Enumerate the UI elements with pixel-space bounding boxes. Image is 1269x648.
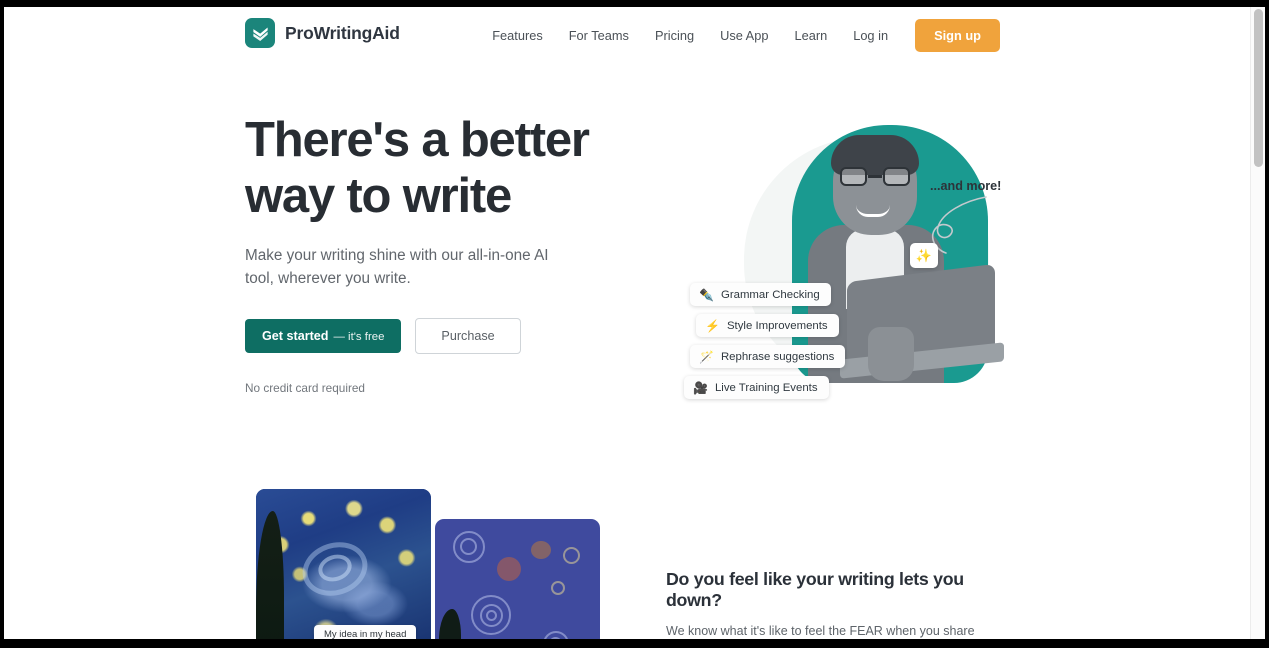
hero-section: There's a better way to write Make your … — [4, 63, 1250, 483]
hero-title-line-1: There's a better — [245, 113, 590, 167]
window-bottom-border — [0, 639, 1269, 648]
section-two-body: We know what it's like to feel the FEAR … — [666, 624, 975, 638]
prowritingaid-book-logo-icon — [245, 18, 275, 48]
get-started-button[interactable]: Get started — it's free — [245, 319, 402, 353]
get-started-label: Get started — [262, 329, 329, 343]
feature-chip-live-training-events: 🎥 Live Training Events — [684, 376, 829, 399]
hero-copy: There's a better way to write Make your … — [245, 112, 645, 395]
writing-lets-you-down-section: My idea in my head Do you feel like your… — [4, 483, 1250, 639]
feature-chip-label: Grammar Checking — [720, 288, 820, 301]
feature-chip-label: Style Improvements — [726, 319, 828, 332]
brand-home-link[interactable]: ProWritingAid — [245, 18, 400, 48]
starry-night-artwork: My idea in my head — [256, 489, 431, 639]
sign-up-button[interactable]: Sign up — [915, 19, 1000, 52]
no-credit-card-note: No credit card required — [245, 381, 365, 395]
get-started-sublabel: — it's free — [333, 331, 385, 343]
feature-chip-grammar-checking: ✒️ Grammar Checking — [690, 283, 831, 306]
main-navigation: Features For Teams Pricing Use App Learn… — [479, 19, 1000, 52]
section-two-heading: Do you feel like your writing lets you d… — [666, 569, 964, 610]
lightning-bolt-icon: ⚡ — [705, 318, 720, 333]
sparkles-icon: ✨ — [910, 243, 938, 268]
artwork-comparison-group: My idea in my head — [245, 483, 605, 639]
magic-wand-icon: 🪄 — [699, 349, 714, 364]
nav-link-for-teams[interactable]: For Teams — [556, 20, 642, 51]
vertical-scrollbar[interactable] — [1250, 7, 1265, 639]
feature-chip-label: Live Training Events — [714, 381, 818, 394]
feature-chip-style-improvements: ⚡ Style Improvements — [696, 314, 839, 337]
movie-camera-icon: 🎥 — [693, 380, 708, 395]
nav-link-pricing[interactable]: Pricing — [642, 20, 707, 51]
window-top-border — [0, 0, 1269, 7]
site-header: ProWritingAid Features For Teams Pricing… — [4, 7, 1250, 63]
feature-chip-label: Rephrase suggestions — [720, 350, 835, 363]
person-hand — [868, 327, 914, 381]
hero-subtitle: Make your writing shine with our all-in-… — [245, 247, 549, 287]
feature-chip-rephrase-suggestions: 🪄 Rephrase suggestions — [690, 345, 846, 368]
scrollbar-thumb[interactable] — [1254, 9, 1263, 167]
purchase-button[interactable]: Purchase — [415, 318, 521, 354]
nav-link-log-in[interactable]: Log in — [840, 20, 901, 51]
nav-link-learn[interactable]: Learn — [781, 20, 840, 51]
page-title: There's a better way to write — [245, 112, 645, 224]
feather-pen-icon: ✒️ — [699, 287, 714, 302]
brand-name: ProWritingAid — [285, 22, 400, 43]
artwork-caption: My idea in my head — [314, 625, 417, 639]
section-two-copy: Do you feel like your writing lets you d… — [666, 569, 1016, 639]
hero-illustration: ✒️ Grammar Checking ⚡ Style Improvements… — [672, 113, 1017, 413]
window-right-border — [1265, 0, 1269, 648]
glasses-icon — [840, 167, 910, 186]
nav-link-use-app[interactable]: Use App — [707, 20, 781, 51]
hero-title-line-2: way to write — [245, 169, 512, 223]
hero-cta-row: Get started — it's free Purchase — [245, 318, 645, 354]
nav-link-features[interactable]: Features — [479, 20, 556, 51]
page-viewport: ProWritingAid Features For Teams Pricing… — [4, 7, 1265, 639]
plain-blue-card — [435, 519, 600, 639]
